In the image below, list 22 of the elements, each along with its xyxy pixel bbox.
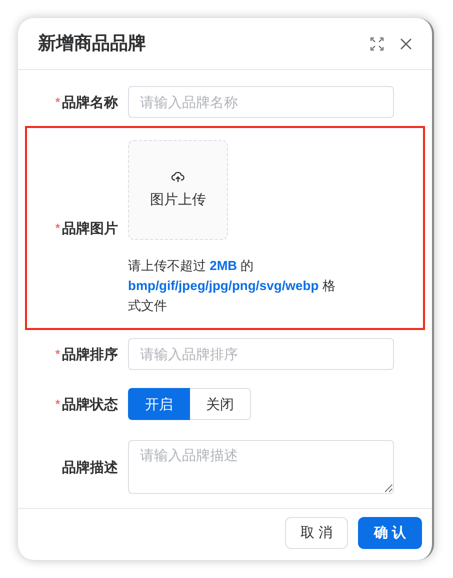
status-option[interactable]: 开启: [128, 388, 190, 420]
required-asterisk: *: [55, 396, 60, 413]
upload-hint: 请上传不超过 2MB 的 bmp/gif/jpeg/jpg/png/svg/webp 格式文件: [128, 257, 336, 315]
field-label: 品牌排序: [62, 344, 118, 364]
confirm-button[interactable]: 确 认: [358, 516, 422, 548]
text-input[interactable]: 请输入品牌排序: [128, 338, 394, 370]
fullscreen-icon[interactable]: [370, 36, 384, 50]
field-label: 品牌名称: [62, 92, 118, 112]
required-asterisk: *: [55, 220, 60, 237]
cloud-upload-icon: [171, 170, 185, 182]
field-label: 品牌图片: [62, 218, 118, 238]
description-textarea[interactable]: 请输入品牌描述: [128, 440, 394, 494]
image-upload-area[interactable]: 图片上传: [128, 140, 228, 240]
required-asterisk: *: [55, 94, 60, 111]
dialog-title: 新增商品品牌: [38, 32, 146, 55]
text-input[interactable]: 请输入品牌名称: [128, 86, 394, 118]
status-option[interactable]: 关闭: [190, 388, 251, 420]
field-label: 品牌描述: [62, 458, 118, 476]
close-icon[interactable]: [400, 38, 412, 50]
required-asterisk: *: [55, 346, 60, 363]
cancel-button[interactable]: 取 消: [285, 516, 348, 548]
field-label: 品牌状态: [62, 394, 118, 414]
